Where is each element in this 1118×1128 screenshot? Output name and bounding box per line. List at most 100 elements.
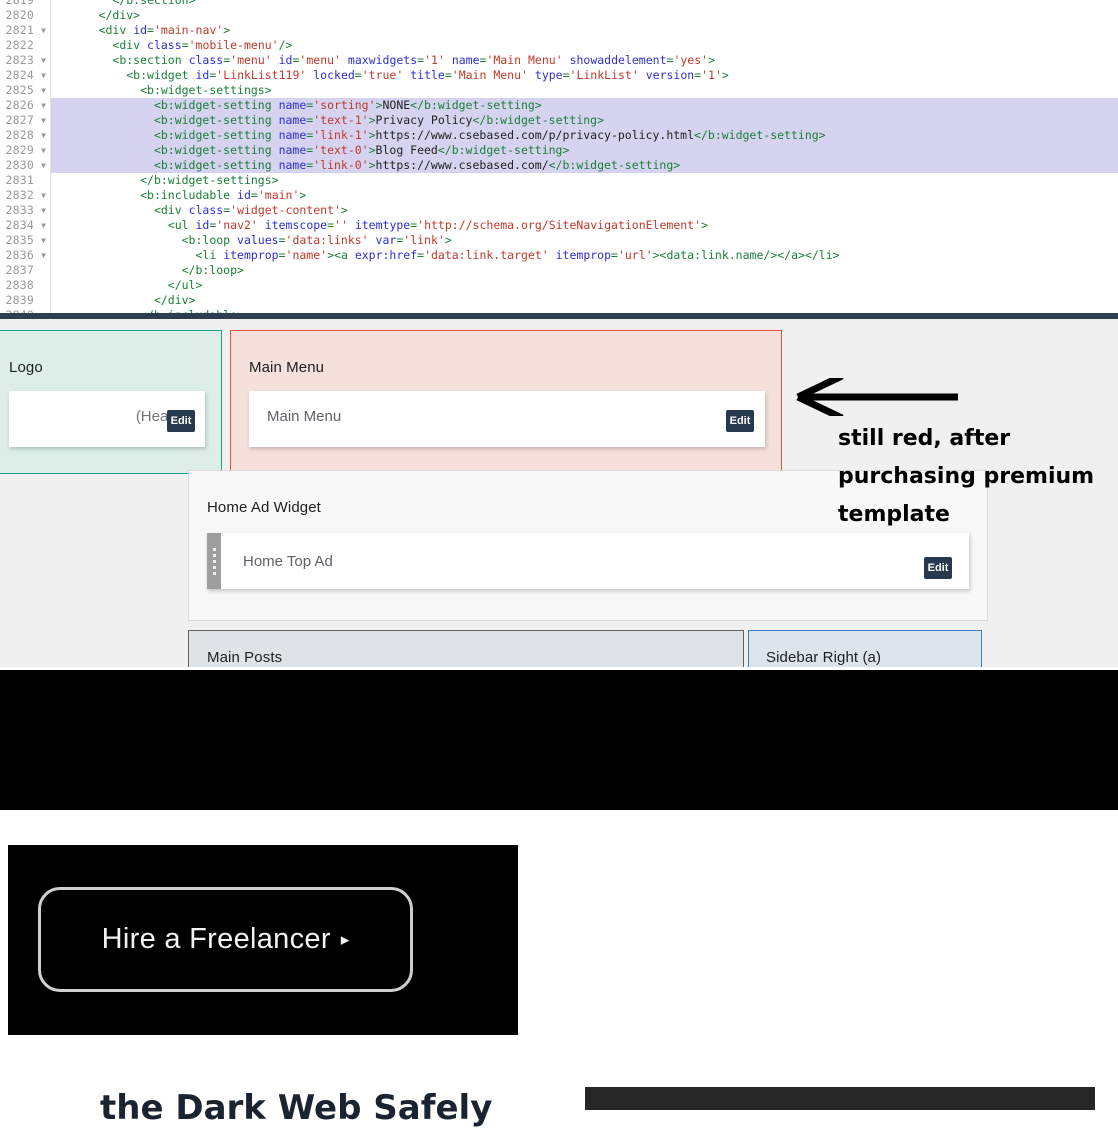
- left-arrow-icon: [796, 378, 958, 416]
- freelancer-ad-banner[interactable]: Hire a Freelancer ▸: [8, 845, 518, 1035]
- code-line[interactable]: 2827 ▼ <b:widget-setting name='text-1'>Pr…: [0, 113, 1118, 128]
- hire-a-freelancer-label: Hire a Freelancer: [101, 923, 331, 955]
- code-text: <ul id='nav2' itemscope='' itemtype='htt…: [167, 218, 708, 232]
- code-text: <b:widget-settings>: [140, 83, 272, 97]
- code-line[interactable]: 2834 ▼ <ul id='nav2' itemscope='' itemtyp…: [0, 218, 1118, 233]
- code-text: <b:widget-setting name='sorting'>NONE</b…: [51, 98, 1118, 113]
- fold-toggle-icon[interactable]: ▼: [37, 53, 50, 68]
- code-text: </b:loop>: [181, 263, 244, 277]
- code-line[interactable]: 2820 </div>: [0, 8, 1118, 23]
- code-text: <b:section class='menu' id='menu' maxwid…: [112, 53, 715, 67]
- page-heading-partial: the Dark Web Safely: [100, 1088, 493, 1128]
- section-title-main-menu: Main Menu: [249, 359, 325, 376]
- code-line[interactable]: 2828 ▼ <b:widget-setting name='link-1'>ht…: [0, 128, 1118, 143]
- fold-spacer: [37, 278, 50, 293]
- code-text: </b:widget-settings>: [140, 173, 279, 187]
- fold-toggle-icon[interactable]: ▼: [37, 23, 50, 38]
- fold-spacer: [37, 8, 50, 23]
- code-line[interactable]: 2823 ▼ <b:section class='menu' id='menu' …: [0, 53, 1118, 68]
- code-text: </div>: [98, 8, 141, 22]
- layout-section-logo[interactable]: Logo (Header): [0, 330, 222, 474]
- code-text: <b:widget-setting name='text-0'>Blog Fee…: [51, 143, 1118, 158]
- code-line[interactable]: 2822 <div class='mobile-menu'/>: [0, 38, 1118, 53]
- widget-home-top-ad[interactable]: Home Top Ad: [207, 533, 969, 589]
- layout-section-main-posts[interactable]: Main Posts: [188, 630, 744, 667]
- section-title-home-ad-widget: Home Ad Widget: [207, 499, 321, 516]
- fold-toggle-icon[interactable]: ▼: [37, 158, 50, 173]
- fold-toggle-icon[interactable]: ▼: [37, 113, 50, 128]
- fold-toggle-icon[interactable]: ▼: [37, 248, 50, 263]
- code-text: <div class='mobile-menu'/>: [112, 38, 293, 52]
- line-number: 2822: [0, 38, 37, 53]
- line-number: 2826: [0, 98, 37, 113]
- code-line[interactable]: 2830 ▼ <b:widget-setting name='link-0'>ht…: [0, 158, 1118, 173]
- line-number: 2824: [0, 68, 37, 83]
- line-number: 2836: [0, 248, 37, 263]
- line-number: 2831: [0, 173, 37, 188]
- line-number: 2837: [0, 263, 37, 278]
- section-title-logo: Logo: [9, 359, 43, 376]
- code-line[interactable]: 2835 ▼ <b:loop values='data:links' var='l…: [0, 233, 1118, 248]
- fold-toggle-icon[interactable]: ▼: [37, 68, 50, 83]
- edit-button-home-top-ad[interactable]: Edit: [924, 557, 952, 579]
- code-text: <li itemprop='name'><a expr:href='data:l…: [195, 248, 840, 262]
- fold-toggle-icon[interactable]: ▼: [37, 143, 50, 158]
- hire-a-freelancer-button[interactable]: Hire a Freelancer ▸: [38, 887, 413, 992]
- code-line[interactable]: 2821 ▼ <div id='main-nav'>: [0, 23, 1118, 38]
- line-number: 2823: [0, 53, 37, 68]
- site-header-banner: Menus do not Display in desktop view no …: [0, 670, 1118, 810]
- fold-spacer: [37, 38, 50, 53]
- code-line[interactable]: 2824 ▼ <b:widget id='LinkList119' locked=…: [0, 68, 1118, 83]
- code-line[interactable]: 2837 </b:loop>: [0, 263, 1118, 278]
- code-line[interactable]: 2832 ▼ <b:includable id='main'>: [0, 188, 1118, 203]
- fold-toggle-icon[interactable]: ▼: [37, 218, 50, 233]
- edit-button-header[interactable]: Edit: [167, 410, 195, 432]
- fold-toggle-icon[interactable]: ▼: [37, 128, 50, 143]
- code-text: </b:section>: [112, 0, 196, 7]
- line-number: 2834: [0, 218, 37, 233]
- code-line[interactable]: 2836 ▼ <li itemprop='name'><a expr:href='…: [0, 248, 1118, 263]
- widget-home-top-ad-label: Home Top Ad: [243, 552, 333, 570]
- fold-toggle-icon[interactable]: ▼: [37, 203, 50, 218]
- annotation-line: still red, after: [838, 426, 1011, 451]
- layout-section-main-menu[interactable]: Main Menu Main Menu: [230, 330, 782, 474]
- code-line[interactable]: 2839 </div>: [0, 293, 1118, 308]
- widget-main-menu[interactable]: Main Menu: [249, 391, 765, 447]
- code-line[interactable]: 2826 ▼ <b:widget-setting name='sorting'>N…: [0, 98, 1118, 113]
- layout-section-sidebar-right-a[interactable]: Sidebar Right (a): [748, 630, 982, 667]
- line-number: 2819: [0, 0, 37, 8]
- edit-button-main-menu[interactable]: Edit: [726, 410, 754, 432]
- section-title-main-posts: Main Posts: [207, 649, 283, 666]
- line-number: 2833: [0, 203, 37, 218]
- code-line[interactable]: 2833 ▼ <div class='widget-content'>: [0, 203, 1118, 218]
- line-number: 2827: [0, 113, 37, 128]
- line-number: 2820: [0, 8, 37, 23]
- fold-toggle-icon[interactable]: ▼: [37, 188, 50, 203]
- code-text: <b:loop values='data:links' var='link'>: [181, 233, 452, 247]
- code-line[interactable]: 2829 ▼ <b:widget-setting name='text-0'>Bl…: [0, 143, 1118, 158]
- code-text: <b:widget-setting name='link-1'>https://…: [51, 128, 1118, 143]
- code-editor-pane[interactable]: 2819 </b:section> 2820 </div> 2821 ▼ <div i…: [0, 0, 1118, 313]
- fold-toggle-icon[interactable]: ▼: [37, 233, 50, 248]
- fold-spacer: [37, 173, 50, 188]
- bottom-dark-bar: [585, 1087, 1095, 1110]
- line-number: 2828: [0, 128, 37, 143]
- code-text: <b:widget-setting name='link-0'>https://…: [51, 158, 1118, 173]
- line-number: 2839: [0, 293, 37, 308]
- line-number: 2825: [0, 83, 37, 98]
- code-line[interactable]: 2838 </ul>: [0, 278, 1118, 293]
- code-text: <b:includable id='main'>: [140, 188, 307, 202]
- fold-toggle-icon[interactable]: ▼: [37, 98, 50, 113]
- code-text: <div class='widget-content'>: [153, 203, 348, 217]
- code-text: <div id='main-nav'>: [98, 23, 231, 37]
- code-line[interactable]: 2819 </b:section>: [0, 0, 1118, 8]
- drag-handle-icon[interactable]: [207, 533, 221, 589]
- annotation-line: purchasing: [838, 464, 976, 489]
- fold-toggle-icon[interactable]: ▼: [37, 83, 50, 98]
- code-text: </ul>: [167, 278, 203, 292]
- line-number: 2835: [0, 233, 37, 248]
- code-line[interactable]: 2831 </b:widget-settings>: [0, 173, 1118, 188]
- code-line[interactable]: 2825 ▼ <b:widget-settings>: [0, 83, 1118, 98]
- section-title-sidebar-right-a: Sidebar Right (a): [766, 649, 882, 666]
- caret-right-icon: ▸: [340, 929, 350, 949]
